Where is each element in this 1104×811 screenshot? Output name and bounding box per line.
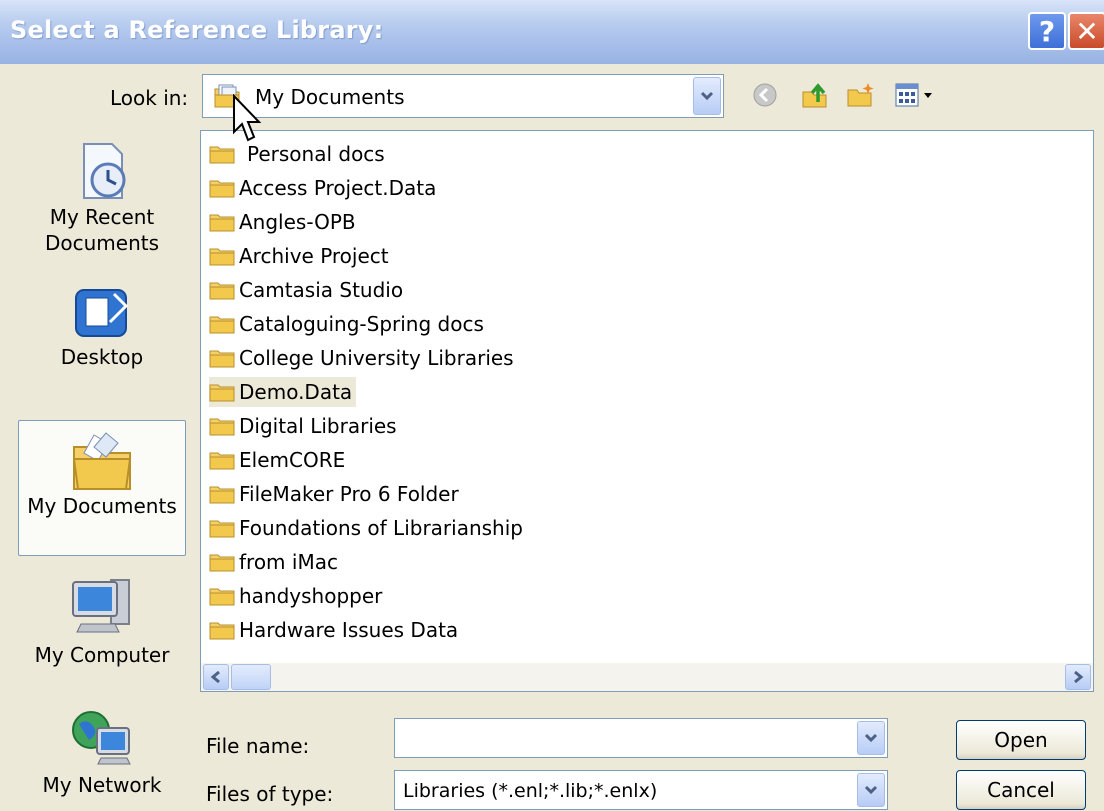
place-my-network[interactable]: My Network (18, 708, 186, 811)
place-label: My Recent (49, 205, 155, 229)
file-list-item[interactable]: Angles-OPB (209, 207, 360, 237)
place-label: My Network (42, 773, 162, 797)
folder-icon (209, 350, 235, 368)
files-of-type-select[interactable]: Libraries (*.enl;*.lib;*.enlx) (394, 770, 888, 810)
new-folder-icon[interactable] (846, 80, 876, 110)
file-list-item-label: ElemCORE (239, 448, 346, 472)
my-documents-folder-icon (72, 432, 132, 490)
file-list-item-label: from iMac (239, 550, 338, 574)
file-list-item-label: Demo.Data (239, 380, 353, 404)
file-list-item-label: Camtasia Studio (239, 278, 404, 302)
folder-icon (209, 622, 235, 640)
file-list-item[interactable]: Access Project.Data (209, 173, 440, 203)
cancel-button[interactable]: Cancel (956, 770, 1086, 810)
file-list-item-label: Digital Libraries (239, 414, 397, 438)
look-in-value: My Documents (255, 85, 405, 109)
desktop-icon (75, 289, 129, 337)
folder-icon (209, 384, 235, 402)
scroll-thumb[interactable] (231, 664, 271, 690)
scroll-right-button[interactable] (1065, 664, 1091, 690)
file-list-item-label: College University Libraries (239, 346, 514, 370)
files-of-type-label: Files of type: (206, 782, 334, 806)
folder-icon (209, 316, 235, 334)
recent-documents-icon (83, 143, 126, 199)
place-label: Documents (44, 231, 160, 255)
places-bar: My Recent Documents Desktop My Documents… (18, 128, 186, 811)
file-list-item-label: Hardware Issues Data (239, 618, 459, 642)
chevron-down-icon (700, 91, 714, 101)
folder-icon (209, 248, 235, 266)
chevron-left-icon (210, 670, 220, 684)
folder-icon (209, 214, 235, 232)
folder-icon (209, 418, 235, 436)
chevron-right-icon (1074, 670, 1084, 684)
place-label: My Documents (27, 494, 177, 518)
file-list-item[interactable]: Foundations of Librarianship (209, 513, 527, 543)
look-in-combobox[interactable]: My Documents (202, 74, 724, 118)
file-list-item[interactable]: FileMaker Pro 6 Folder (209, 479, 463, 509)
file-name-input[interactable] (394, 718, 888, 758)
file-list-item-label: FileMaker Pro 6 Folder (239, 482, 459, 506)
files-of-type-dropdown-button[interactable] (857, 773, 885, 807)
scroll-left-button[interactable] (203, 664, 229, 690)
file-list[interactable]: Personal docs Access Project.Data Angles-O… (200, 130, 1094, 692)
place-desktop[interactable]: Desktop (18, 284, 186, 394)
file-list-item-label: Access Project.Data (239, 176, 437, 200)
file-list-item-label: Angles-OPB (239, 210, 356, 234)
file-list-item-label: Archive Project (239, 244, 389, 268)
my-computer-icon (72, 579, 130, 633)
horizontal-scrollbar[interactable] (201, 663, 1093, 691)
file-list-item[interactable]: Hardware Issues Data (209, 615, 462, 645)
file-list-item[interactable]: ElemCORE (209, 445, 349, 475)
file-list-item[interactable]: Digital Libraries (209, 411, 401, 441)
look-in-label: Look in: (110, 86, 189, 110)
file-list-item[interactable]: from iMac (209, 547, 342, 577)
close-button[interactable]: ✕ (1068, 12, 1104, 50)
my-network-icon (72, 711, 131, 765)
title-bar: Select a Reference Library: ? ✕ (0, 0, 1104, 64)
file-list-item[interactable]: Cataloguing-Spring docs (209, 309, 488, 339)
file-list-item[interactable]: handyshopper (209, 581, 386, 611)
close-icon: ✕ (1075, 14, 1099, 48)
help-button[interactable]: ? (1028, 12, 1066, 50)
place-my-documents[interactable]: My Documents (18, 420, 186, 556)
folder-icon (209, 282, 235, 300)
folder-icon (209, 554, 235, 572)
help-icon: ? (1038, 14, 1056, 48)
open-button[interactable]: Open (956, 720, 1086, 760)
back-icon[interactable] (750, 80, 780, 110)
file-list-item[interactable]: Demo.Data (209, 377, 357, 407)
folder-icon (209, 452, 235, 470)
place-my-recent-documents[interactable]: My Recent Documents (18, 140, 186, 270)
window-title: Select a Reference Library: (10, 16, 384, 44)
file-name-dropdown-button[interactable] (857, 721, 885, 755)
file-list-item-label: Personal docs (247, 142, 385, 166)
mouse-cursor-icon (233, 94, 262, 142)
place-label: Desktop (60, 345, 144, 369)
file-list-item-label: Cataloguing-Spring docs (239, 312, 484, 336)
folder-icon (209, 486, 235, 504)
files-of-type-value: Libraries (*.enl;*.lib;*.enlx) (403, 780, 658, 802)
file-list-item[interactable]: Camtasia Studio (209, 275, 407, 305)
file-list-item[interactable]: Archive Project (209, 241, 393, 271)
up-one-level-icon[interactable] (800, 80, 830, 110)
file-list-item[interactable]: College University Libraries (209, 343, 518, 373)
file-list-item-label: handyshopper (239, 584, 383, 608)
file-list-item-label: Foundations of Librarianship (239, 516, 523, 540)
folder-icon (209, 520, 235, 538)
place-my-computer[interactable]: My Computer (18, 572, 186, 682)
file-name-label: File name: (206, 734, 310, 758)
place-label: My Computer (34, 643, 170, 667)
look-in-dropdown-button[interactable] (693, 77, 721, 115)
views-menu-icon[interactable] (894, 80, 936, 110)
chevron-down-icon (864, 733, 878, 743)
folder-icon (209, 180, 235, 198)
folder-icon (209, 588, 235, 606)
chevron-down-icon (864, 785, 878, 795)
